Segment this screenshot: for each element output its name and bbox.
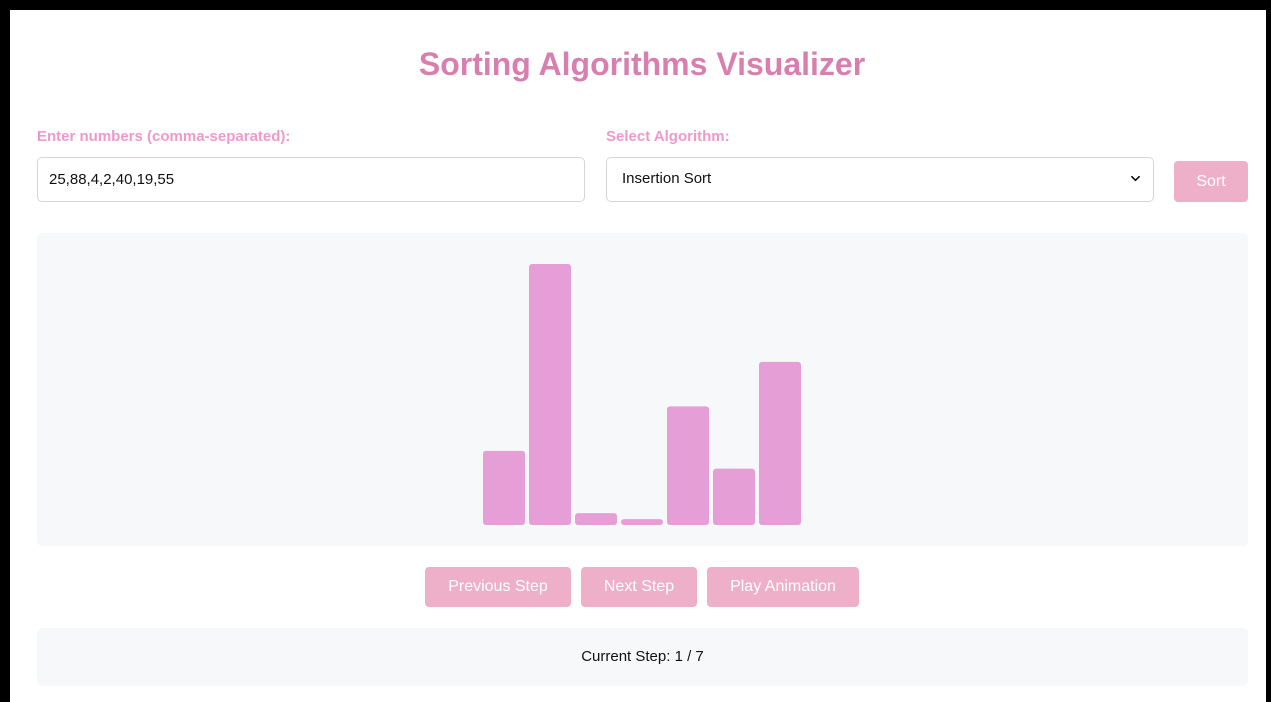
step-status: Current Step: 1 / 7	[37, 628, 1248, 686]
numbers-label: Enter numbers (comma-separated):	[37, 128, 291, 145]
bar-5	[713, 468, 755, 525]
bar-6	[759, 361, 801, 525]
bar-chart-svg	[483, 264, 801, 525]
play-animation-button[interactable]: Play Animation	[707, 567, 859, 607]
next-step-button[interactable]: Next Step	[581, 567, 697, 607]
bar-3	[621, 519, 663, 525]
bar-0	[483, 450, 525, 525]
step-status-text: Current Step: 1 / 7	[581, 648, 704, 665]
algorithm-label: Select Algorithm:	[606, 128, 730, 145]
previous-step-button[interactable]: Previous Step	[425, 567, 571, 607]
algorithm-select-value: Insertion Sort	[622, 170, 712, 187]
bar-4	[667, 406, 709, 525]
chevron-down-icon	[1131, 175, 1140, 182]
bar-2	[575, 513, 617, 525]
numbers-input[interactable]	[37, 157, 585, 202]
bar-1	[529, 264, 571, 525]
sort-button[interactable]: Sort	[1174, 161, 1248, 202]
algorithm-select[interactable]: Insertion Sort	[606, 157, 1154, 202]
app-page: Sorting Algorithms Visualizer Enter numb…	[10, 10, 1266, 702]
page-title: Sorting Algorithms Visualizer	[418, 46, 866, 82]
bar-chart	[37, 233, 1248, 546]
